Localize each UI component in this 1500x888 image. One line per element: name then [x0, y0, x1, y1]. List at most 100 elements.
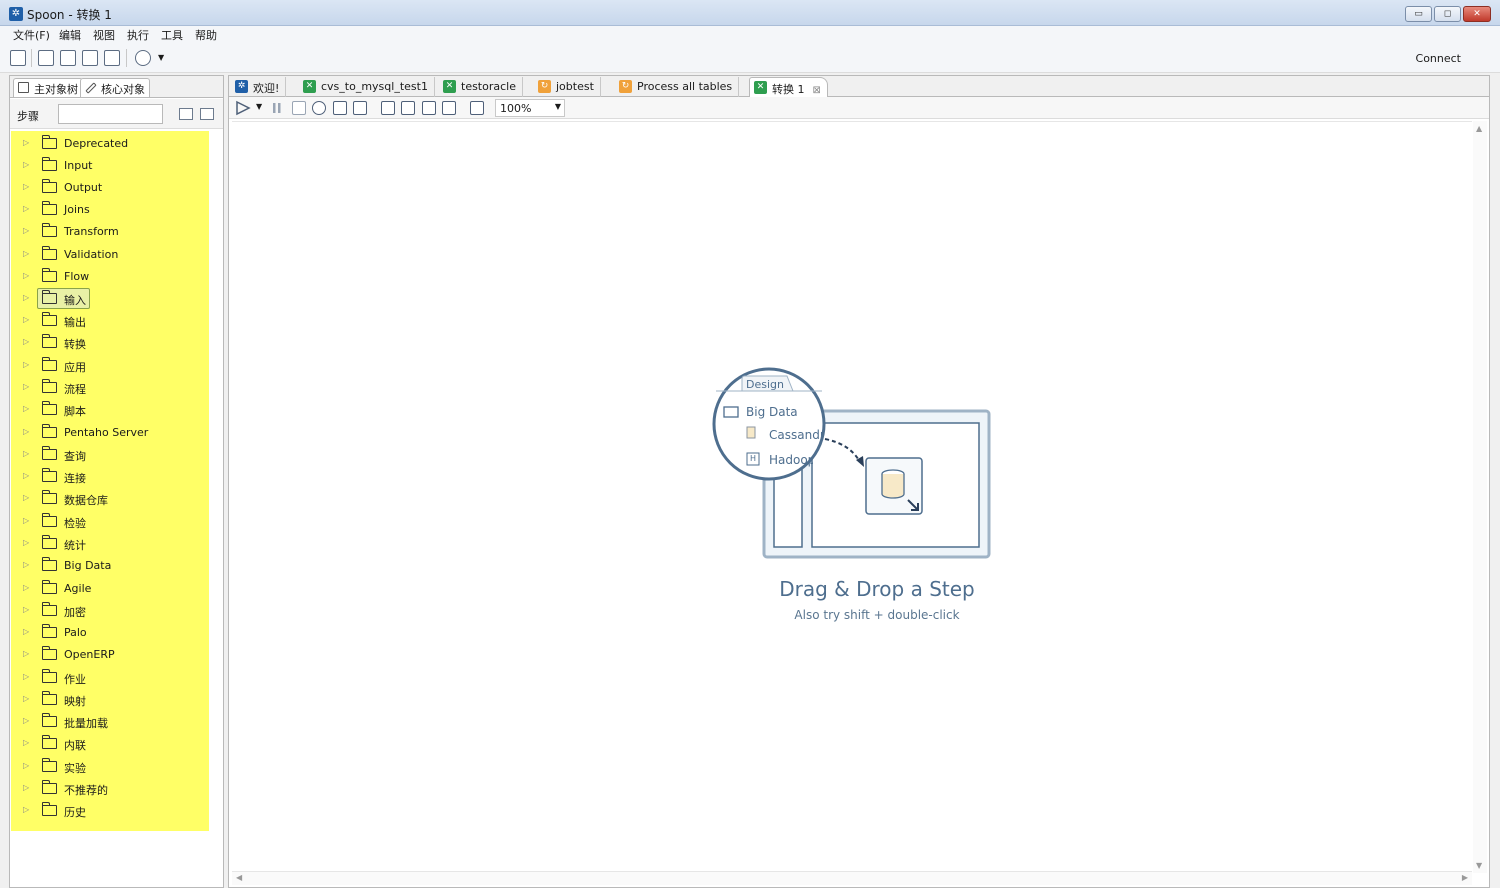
expand-arrow-icon[interactable]: ▷ [23, 538, 29, 547]
tab-transformation-1[interactable]: ✕ 转换 1 ⊠ [749, 77, 828, 97]
tree-item-statistics[interactable]: ▷ 统计 [11, 533, 209, 555]
tree-item-cryptography[interactable]: ▷ 加密 [11, 600, 209, 622]
scroll-down-icon[interactable]: ▼ [1476, 861, 1482, 870]
debug-icon[interactable] [333, 101, 347, 115]
expand-arrow-icon[interactable]: ▷ [23, 716, 29, 725]
close-button[interactable]: ✕ [1463, 6, 1491, 22]
expand-arrow-icon[interactable]: ▷ [23, 271, 29, 280]
expand-arrow-icon[interactable]: ▷ [23, 249, 29, 258]
tab-design[interactable]: 核心对象 [80, 78, 150, 97]
tree-item-pentaho-server[interactable]: ▷ Pentaho Server [11, 422, 209, 444]
expand-arrow-icon[interactable]: ▷ [23, 382, 29, 391]
expand-arrow-icon[interactable]: ▷ [23, 337, 29, 346]
tree-item-scripting[interactable]: ▷ 脚本 [11, 399, 209, 421]
explore-repository-icon[interactable] [60, 50, 76, 66]
expand-arrow-icon[interactable]: ▷ [23, 315, 29, 324]
sql-icon[interactable] [422, 101, 436, 115]
horizontal-scrollbar[interactable]: ◀ ▶ [232, 871, 1472, 885]
maximize-button[interactable]: ◻ [1434, 6, 1461, 22]
expand-arrow-icon[interactable]: ▷ [23, 449, 29, 458]
tree-item-lookup[interactable]: ▷ 查询 [11, 444, 209, 466]
tree-item-flow-cn[interactable]: ▷ 流程 [11, 377, 209, 399]
expand-arrow-icon[interactable]: ▷ [23, 783, 29, 792]
tab-jobtest[interactable]: ↻ jobtest [534, 77, 601, 97]
tree-item-agile[interactable]: ▷ Agile [11, 578, 209, 600]
expand-arrow-icon[interactable]: ▷ [23, 649, 29, 658]
expand-arrow-icon[interactable]: ▷ [23, 427, 29, 436]
expand-arrow-icon[interactable]: ▷ [23, 493, 29, 502]
tab-process-all-tables[interactable]: ↻ Process all tables [615, 77, 740, 97]
vertical-scrollbar[interactable]: ▲ ▼ [1473, 121, 1487, 873]
tree-item-data-warehouse[interactable]: ▷ 数据仓库 [11, 488, 209, 510]
tree-item-joins-cn[interactable]: ▷ 连接 [11, 466, 209, 488]
impact-icon[interactable] [401, 101, 415, 115]
tree-item-validation-cn[interactable]: ▷ 检验 [11, 511, 209, 533]
tab-view[interactable]: 主对象树 [13, 78, 83, 97]
expand-arrow-icon[interactable]: ▷ [23, 761, 29, 770]
menu-run[interactable]: 执行 [127, 27, 149, 43]
expand-arrow-icon[interactable]: ▷ [23, 293, 29, 302]
new-file-icon[interactable] [10, 50, 26, 66]
tree-item-palo[interactable]: ▷ Palo [11, 622, 209, 644]
tree-item-input[interactable]: ▷ Input [11, 155, 209, 177]
expand-arrow-icon[interactable]: ▷ [23, 805, 29, 814]
preview-icon[interactable] [312, 101, 326, 115]
run-options-chevron-icon[interactable]: ▼ [256, 102, 262, 111]
pause-icon[interactable] [271, 100, 283, 116]
menu-view[interactable]: 视图 [93, 27, 115, 43]
steps-search-input[interactable] [58, 104, 163, 124]
tab-welcome[interactable]: ✲ 欢迎! [231, 77, 287, 97]
expand-arrow-icon[interactable]: ▷ [23, 516, 29, 525]
tree-item-validation[interactable]: ▷ Validation [11, 244, 209, 266]
tree-item-experimental[interactable]: ▷ 实验 [11, 756, 209, 778]
zoom-select[interactable]: 100% ▼ [495, 99, 565, 117]
tab-testoracle[interactable]: ✕ testoracle [439, 77, 523, 97]
tree-item-output-cn[interactable]: ▷ 输出 [11, 310, 209, 332]
scroll-left-icon[interactable]: ◀ [236, 873, 242, 882]
expand-arrow-icon[interactable]: ▷ [23, 694, 29, 703]
expand-arrow-icon[interactable]: ▷ [23, 160, 29, 169]
expand-all-icon[interactable] [200, 108, 214, 120]
expand-arrow-icon[interactable]: ▷ [23, 204, 29, 213]
verify-icon[interactable] [381, 101, 395, 115]
tab-cvs-to-mysql[interactable]: ✕ cvs_to_mysql_test1 [299, 77, 435, 97]
stop-icon[interactable] [292, 101, 306, 115]
run-icon[interactable] [235, 100, 253, 116]
chevron-down-icon[interactable]: ▼ [158, 53, 164, 62]
tree-item-openerp[interactable]: ▷ OpenERP [11, 644, 209, 666]
tree-item-transform[interactable]: ▷ Transform [11, 221, 209, 243]
expand-arrow-icon[interactable]: ▷ [23, 471, 29, 480]
expand-arrow-icon[interactable]: ▷ [23, 404, 29, 413]
save-as-icon[interactable] [104, 50, 120, 66]
menu-file[interactable]: 文件(F) [13, 27, 50, 43]
menu-tools[interactable]: 工具 [161, 27, 183, 43]
collapse-all-icon[interactable] [179, 108, 193, 120]
layers-icon[interactable] [135, 50, 151, 66]
tree-item-application[interactable]: ▷ 应用 [11, 355, 209, 377]
tree-item-output[interactable]: ▷ Output [11, 177, 209, 199]
explore-db-icon[interactable] [442, 101, 456, 115]
menu-help[interactable]: 帮助 [195, 27, 217, 43]
tree-item-flow[interactable]: ▷ Flow [11, 266, 209, 288]
expand-arrow-icon[interactable]: ▷ [23, 605, 29, 614]
scroll-right-icon[interactable]: ▶ [1462, 873, 1468, 882]
close-tab-icon[interactable]: ⊠ [813, 85, 821, 96]
tree-item-bulk-loading[interactable]: ▷ 批量加载 [11, 711, 209, 733]
connect-button[interactable]: Connect [1416, 52, 1461, 65]
tree-item-big-data[interactable]: ▷ Big Data [11, 555, 209, 577]
tree-item-history[interactable]: ▷ 历史 [11, 800, 209, 822]
expand-arrow-icon[interactable]: ▷ [23, 360, 29, 369]
minimize-button[interactable]: ▭ [1405, 6, 1432, 22]
expand-arrow-icon[interactable]: ▷ [23, 583, 29, 592]
save-icon[interactable] [82, 50, 98, 66]
transformation-canvas[interactable]: Design Big Data Cassandr H Hadoop Drag &… [232, 121, 1472, 871]
tree-item-input-cn[interactable]: ▷ 输入 [11, 288, 209, 310]
tree-item-deprecated-cn[interactable]: ▷ 不推荐的 [11, 778, 209, 800]
show-results-icon[interactable] [470, 101, 484, 115]
expand-arrow-icon[interactable]: ▷ [23, 138, 29, 147]
tree-item-job[interactable]: ▷ 作业 [11, 667, 209, 689]
expand-arrow-icon[interactable]: ▷ [23, 226, 29, 235]
tree-item-mapping[interactable]: ▷ 映射 [11, 689, 209, 711]
tree-item-inline[interactable]: ▷ 内联 [11, 733, 209, 755]
tree-item-deprecated[interactable]: ▷ Deprecated [11, 133, 209, 155]
